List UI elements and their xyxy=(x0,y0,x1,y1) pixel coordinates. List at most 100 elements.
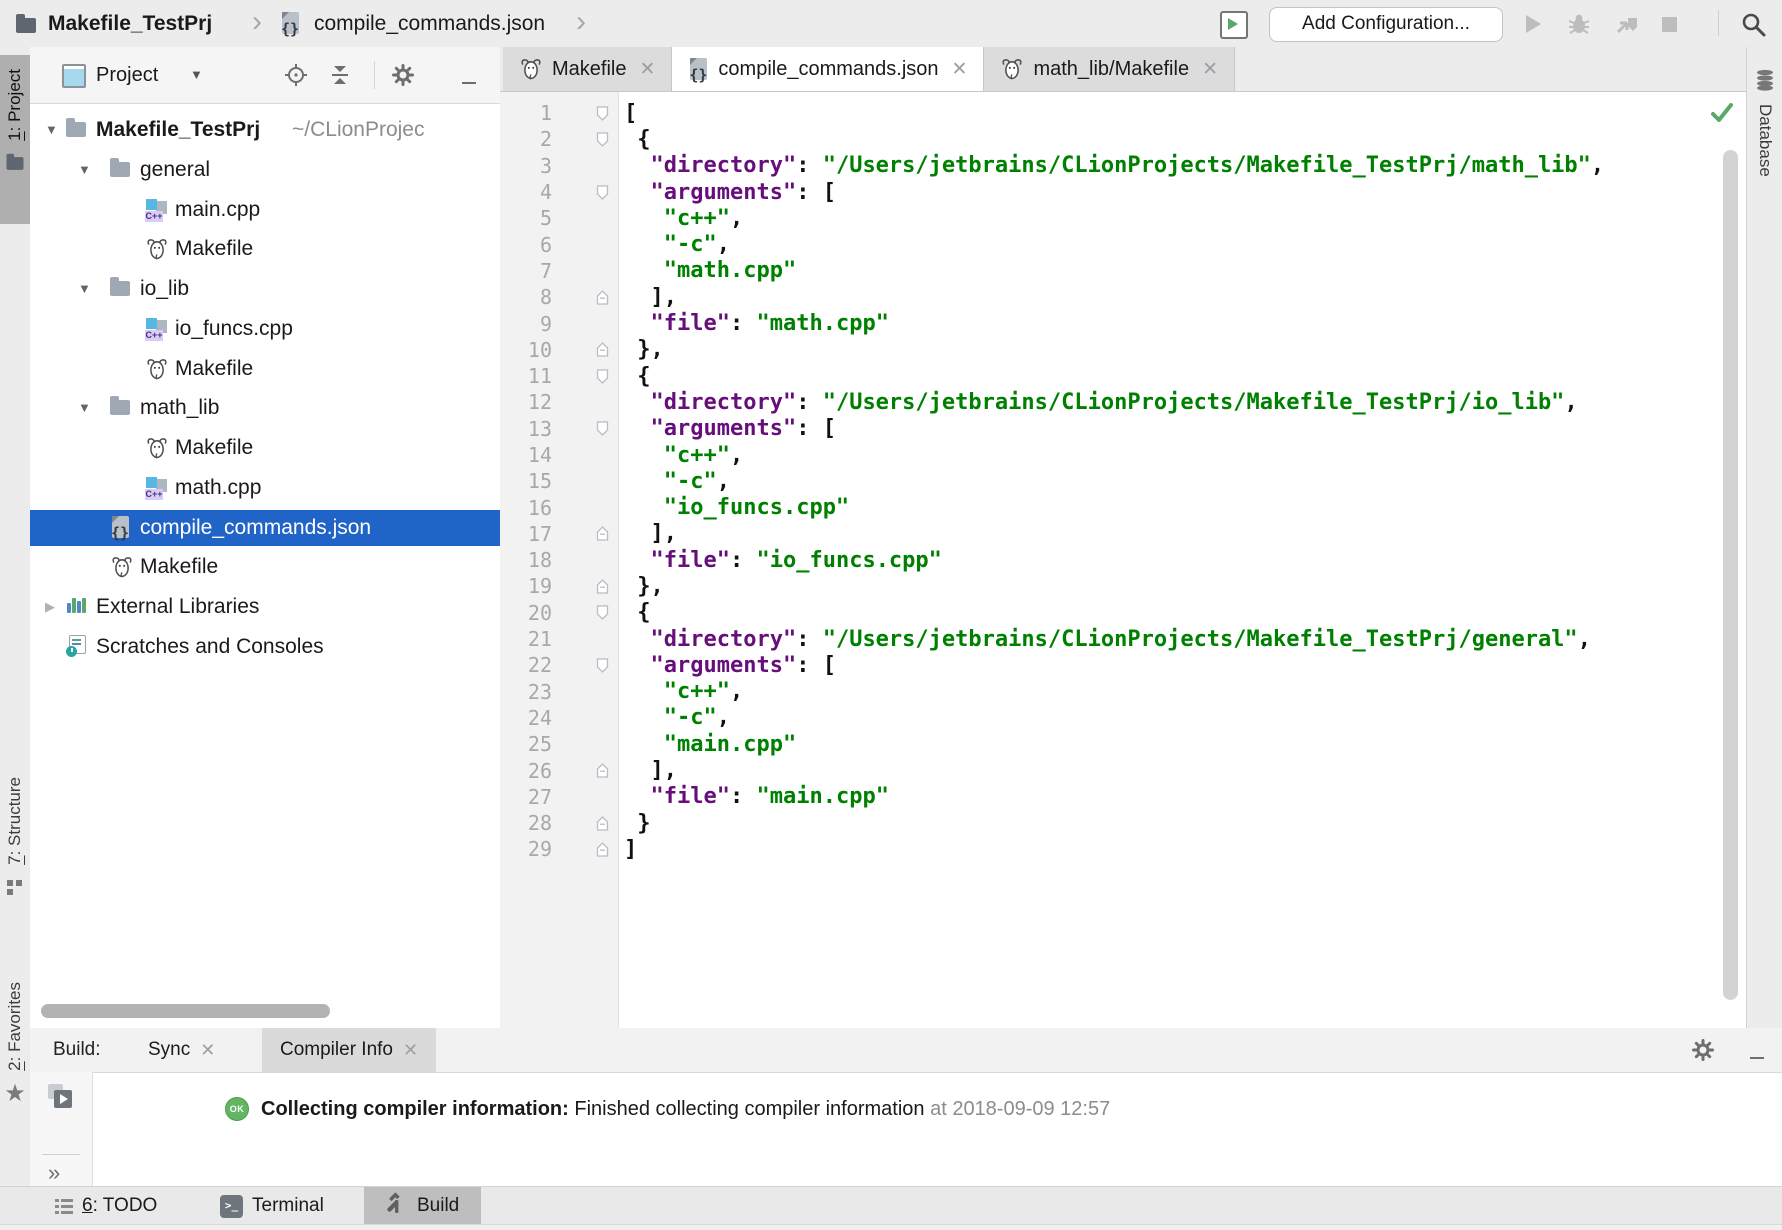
code-line[interactable]: 28 } xyxy=(500,810,1746,836)
toolwindow-button-build[interactable]: Build xyxy=(364,1187,481,1225)
fold-end-icon[interactable] xyxy=(596,842,610,857)
chevron-down-icon[interactable]: ▼ xyxy=(45,112,58,148)
run-icon[interactable] xyxy=(1526,15,1541,33)
fold-start-icon[interactable] xyxy=(596,421,610,436)
jump-to-source-icon[interactable] xyxy=(48,1084,74,1110)
code-line[interactable]: 6 "-c", xyxy=(500,231,1746,257)
tree-item-external-libraries[interactable]: ▶External Libraries xyxy=(30,589,500,625)
tree-item-makefile[interactable]: Makefile xyxy=(30,231,500,267)
code-line[interactable]: 25 "main.cpp" xyxy=(500,731,1746,757)
stripe-button-project[interactable]: 1: Project xyxy=(0,55,30,224)
fold-start-icon[interactable] xyxy=(596,658,610,673)
code-line[interactable]: 9 "file": "math.cpp" xyxy=(500,310,1746,336)
code-line[interactable]: 1[ xyxy=(500,100,1746,126)
toolwindow-button-todo[interactable]: 6: TODO xyxy=(55,1187,157,1225)
gear-icon[interactable] xyxy=(1692,1039,1714,1066)
chevron-down-icon[interactable]: ▼ xyxy=(190,47,203,103)
tree-item-makefile-testprj[interactable]: ▼Makefile_TestPrj~/CLionProjec xyxy=(30,112,500,148)
code-line[interactable]: 8 ], xyxy=(500,284,1746,310)
horizontal-scrollbar[interactable] xyxy=(41,1004,330,1018)
code-line[interactable]: 11 { xyxy=(500,363,1746,389)
tree-item-makefile[interactable]: Makefile xyxy=(30,430,500,466)
stripe-button-structure[interactable]: 7: Structure xyxy=(0,777,30,987)
code-line[interactable]: 22 "arguments": [ xyxy=(500,652,1746,678)
chevron-down-icon[interactable]: ▼ xyxy=(78,390,91,426)
build-tab-sync[interactable]: Sync ✕ xyxy=(130,1028,233,1072)
code-line[interactable]: 15 "-c", xyxy=(500,468,1746,494)
fold-end-icon[interactable] xyxy=(596,579,610,594)
code-line[interactable]: 16 "io_funcs.cpp" xyxy=(500,494,1746,520)
profiler-icon[interactable] xyxy=(1614,12,1640,43)
code-line[interactable]: 3 "directory": "/Users/jetbrains/CLionPr… xyxy=(500,153,1746,179)
build-tab-compiler-info[interactable]: Compiler Info ✕ xyxy=(262,1028,436,1072)
tree-item-general[interactable]: ▼general xyxy=(30,152,500,188)
build-message-row[interactable]: OK Collecting compiler information: Fini… xyxy=(225,1092,1110,1126)
editor-tab-makefile[interactable]: Makefile✕ xyxy=(503,47,672,91)
close-icon[interactable]: ✕ xyxy=(403,1040,418,1061)
breadcrumb-project[interactable]: Makefile_TestPrj xyxy=(48,0,212,47)
code-line[interactable]: 5 "c++", xyxy=(500,205,1746,231)
close-icon[interactable]: ✕ xyxy=(952,58,968,81)
fold-start-icon[interactable] xyxy=(596,185,610,200)
chevron-down-icon[interactable]: ▼ xyxy=(78,152,91,188)
gear-icon[interactable] xyxy=(392,64,414,91)
close-icon[interactable]: ✕ xyxy=(200,1040,215,1061)
code-viewport[interactable]: 1[2 {3 "directory": "/Users/jetbrains/CL… xyxy=(500,100,1746,863)
fold-start-icon[interactable] xyxy=(596,132,610,147)
breadcrumb-file[interactable]: compile_commands.json xyxy=(314,0,545,47)
close-icon[interactable]: ✕ xyxy=(639,58,655,81)
code-line[interactable]: 29] xyxy=(500,836,1746,862)
hide-panel-icon[interactable] xyxy=(1750,1049,1764,1067)
close-icon[interactable]: ✕ xyxy=(1202,58,1218,81)
code-line[interactable]: 17 ], xyxy=(500,521,1746,547)
code-line[interactable]: 27 "file": "main.cpp" xyxy=(500,784,1746,810)
code-line[interactable]: 26 ], xyxy=(500,757,1746,783)
fold-end-icon[interactable] xyxy=(596,816,610,831)
vertical-scrollbar[interactable] xyxy=(1723,150,1738,1000)
locate-icon[interactable] xyxy=(285,64,307,91)
fold-start-icon[interactable] xyxy=(596,605,610,620)
fold-end-icon[interactable] xyxy=(596,290,610,305)
tree-item-io-funcs-cpp[interactable]: C++io_funcs.cpp xyxy=(30,311,500,347)
code-line[interactable]: 12 "directory": "/Users/jetbrains/CLionP… xyxy=(500,389,1746,415)
editor-tab-math-lib-makefile[interactable]: math_lib/Makefile✕ xyxy=(984,47,1235,91)
run-anything-icon[interactable] xyxy=(1220,11,1248,39)
code-line[interactable]: 20 { xyxy=(500,600,1746,626)
code-line[interactable]: 18 "file": "io_funcs.cpp" xyxy=(500,547,1746,573)
debug-icon[interactable] xyxy=(1566,11,1592,42)
tree-item-makefile[interactable]: Makefile xyxy=(30,351,500,387)
hide-panel-icon[interactable] xyxy=(462,74,476,92)
stop-icon[interactable] xyxy=(1662,16,1677,34)
tree-item-math-lib[interactable]: ▼math_lib xyxy=(30,390,500,426)
tree-item-makefile[interactable]: Makefile xyxy=(30,549,500,585)
fold-end-icon[interactable] xyxy=(596,342,610,357)
tree-item-io-lib[interactable]: ▼io_lib xyxy=(30,271,500,307)
code-line[interactable]: 13 "arguments": [ xyxy=(500,416,1746,442)
fold-end-icon[interactable] xyxy=(596,763,610,778)
code-line[interactable]: 10 }, xyxy=(500,337,1746,363)
add-configuration-button[interactable]: Add Configuration... xyxy=(1269,7,1503,42)
fold-start-icon[interactable] xyxy=(596,369,610,384)
code-line[interactable]: 21 "directory": "/Users/jetbrains/CLionP… xyxy=(500,626,1746,652)
stripe-button-favorites[interactable]: 2: Favorites ★ xyxy=(0,982,30,1192)
code-line[interactable]: 7 "math.cpp" xyxy=(500,258,1746,284)
tree-item-main-cpp[interactable]: C++main.cpp xyxy=(30,192,500,228)
code-line[interactable]: 23 "c++", xyxy=(500,679,1746,705)
code-line[interactable]: 4 "arguments": [ xyxy=(500,179,1746,205)
chevron-down-icon[interactable]: ▼ xyxy=(78,271,91,307)
fold-start-icon[interactable] xyxy=(596,106,610,121)
stripe-button-database[interactable]: Database xyxy=(1747,69,1782,177)
search-everywhere-icon[interactable] xyxy=(1740,11,1767,43)
fold-end-icon[interactable] xyxy=(596,526,610,541)
tree-item-math-cpp[interactable]: C++math.cpp xyxy=(30,470,500,506)
show-more-icon[interactable]: » xyxy=(48,1160,60,1186)
project-view-title[interactable]: Project xyxy=(96,47,158,103)
toolwindow-button-terminal[interactable]: >_ Terminal xyxy=(220,1187,324,1225)
chevron-right-icon[interactable]: ▶ xyxy=(45,589,55,625)
code-line[interactable]: 14 "c++", xyxy=(500,442,1746,468)
editor-tab-compile-commands-json[interactable]: {}compile_commands.json✕ xyxy=(672,47,984,91)
code-line[interactable]: 24 "-c", xyxy=(500,705,1746,731)
code-line[interactable]: 2 { xyxy=(500,126,1746,152)
tree-item-scratches-and-consoles[interactable]: Scratches and Consoles xyxy=(30,629,500,665)
collapse-all-icon[interactable] xyxy=(332,66,348,84)
